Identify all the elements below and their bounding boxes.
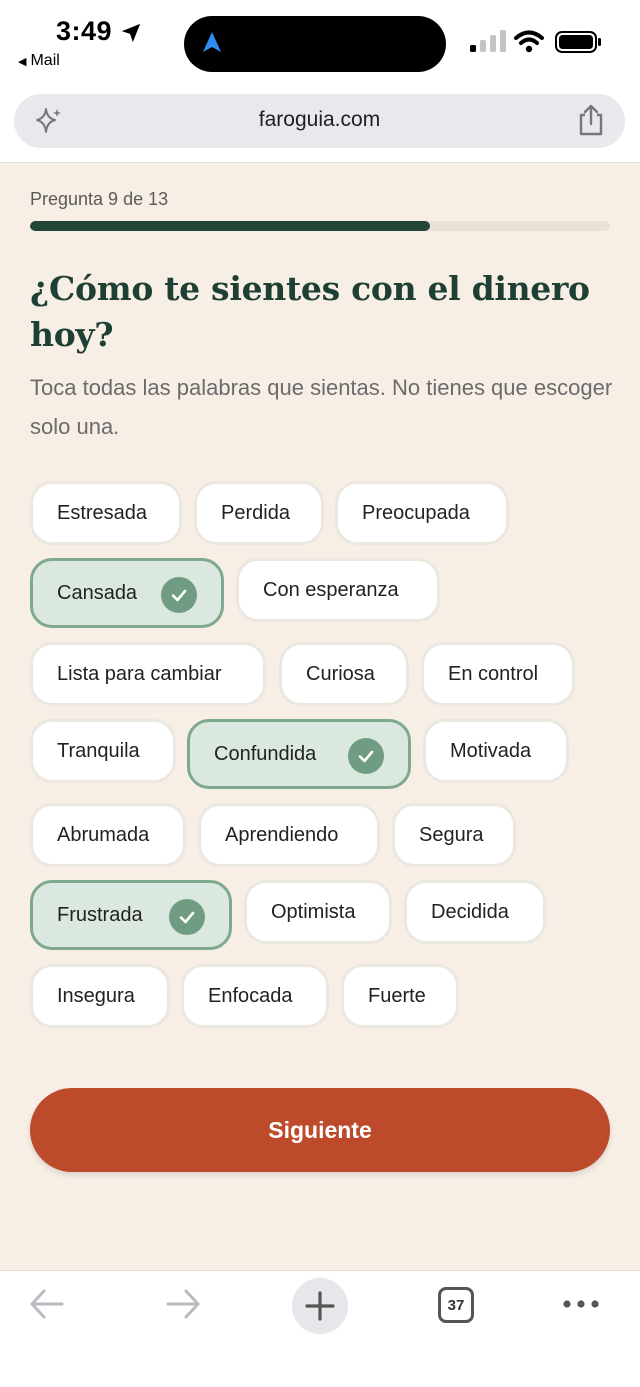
option-chip[interactable]: Aprendiendo <box>198 803 380 867</box>
back-app-label: Mail <box>30 52 60 69</box>
share-icon[interactable] <box>576 104 606 136</box>
more-icon[interactable] <box>562 1299 600 1309</box>
progress-fill <box>30 221 431 231</box>
wifi-icon <box>514 30 544 53</box>
option-chip[interactable]: En control <box>421 642 575 706</box>
option-chip[interactable]: Decidida <box>404 880 546 944</box>
option-label: Confundida <box>214 742 317 765</box>
checkmark-icon <box>169 899 205 935</box>
new-tab-button[interactable] <box>292 1278 348 1334</box>
next-button[interactable]: Siguiente <box>30 1088 610 1172</box>
option-label: Tranquila <box>57 739 140 762</box>
back-to-mail-link[interactable]: ◀ Mail <box>18 52 60 70</box>
option-label: Motivada <box>450 739 532 762</box>
option-label: Con esperanza <box>263 578 399 601</box>
option-chip[interactable]: Insegura <box>30 964 170 1028</box>
forward-arrow-icon[interactable] <box>164 1287 202 1321</box>
option-label: Aprendiendo <box>225 823 339 846</box>
option-chip[interactable]: Preocupada <box>335 481 509 545</box>
option-chip[interactable]: Frustrada <box>30 880 232 950</box>
option-chip[interactable]: Fuerte <box>341 964 459 1028</box>
option-label: Segura <box>419 823 484 846</box>
checkmark-icon <box>161 577 197 613</box>
option-label: Decidida <box>431 900 509 923</box>
option-chip[interactable]: Curiosa <box>279 642 409 706</box>
browser-toolbar: 37 <box>0 1270 640 1387</box>
cellular-signal-icon <box>470 30 506 52</box>
option-label: Preocupada <box>362 501 470 524</box>
option-chip[interactable]: Tranquila <box>30 719 176 783</box>
tabs-button[interactable]: 37 <box>438 1287 474 1323</box>
option-chip[interactable]: Optimista <box>244 880 392 944</box>
url-text: faroguia.com <box>258 108 381 131</box>
status-bar: 3:49 ◀ Mail <box>0 0 640 92</box>
option-chip[interactable]: Motivada <box>423 719 569 783</box>
plus-icon <box>305 1291 335 1321</box>
option-label: Cansada <box>57 581 138 604</box>
address-bar[interactable]: faroguia.com <box>14 94 625 148</box>
option-label: Abrumada <box>57 823 150 846</box>
option-label: Fuerte <box>368 984 426 1007</box>
option-label: En control <box>448 662 539 685</box>
option-label: Curiosa <box>306 662 375 685</box>
battery-icon <box>555 31 601 53</box>
option-chip[interactable]: Confundida <box>187 719 411 789</box>
option-label: Enfocada <box>208 984 293 1007</box>
location-arrow-icon <box>121 23 141 43</box>
option-label: Frustrada <box>57 903 143 926</box>
option-chip[interactable]: Perdida <box>194 481 324 545</box>
question-subtitle: Toca todas las palabras que sientas. No … <box>30 375 613 439</box>
option-label: Optimista <box>271 900 356 923</box>
option-chip[interactable]: Cansada <box>30 558 224 628</box>
option-label: Perdida <box>221 501 290 524</box>
option-label: Lista para cambiar <box>57 662 222 685</box>
back-arrow-icon[interactable] <box>28 1287 66 1321</box>
option-chip[interactable]: Estresada <box>30 481 182 545</box>
option-chip[interactable]: Enfocada <box>181 964 329 1028</box>
progress-bar <box>30 221 610 231</box>
progress-label: Pregunta 9 de 13 <box>30 189 169 209</box>
question-title: ¿Cómo te sientes con el dinero hoy? <box>30 269 590 354</box>
option-chip[interactable]: Abrumada <box>30 803 186 867</box>
option-label: Estresada <box>57 501 148 524</box>
status-time: 3:49 <box>56 16 113 46</box>
back-triangle-icon: ◀ <box>18 56 27 68</box>
option-label: Insegura <box>57 984 135 1007</box>
option-chip[interactable]: Segura <box>392 803 516 867</box>
navigation-arrow-icon <box>203 32 221 52</box>
option-chip[interactable]: Lista para cambiar <box>30 642 266 706</box>
option-chip[interactable]: Con esperanza <box>236 558 440 622</box>
browser-header: faroguia.com <box>0 92 640 163</box>
checkmark-icon <box>348 738 384 774</box>
